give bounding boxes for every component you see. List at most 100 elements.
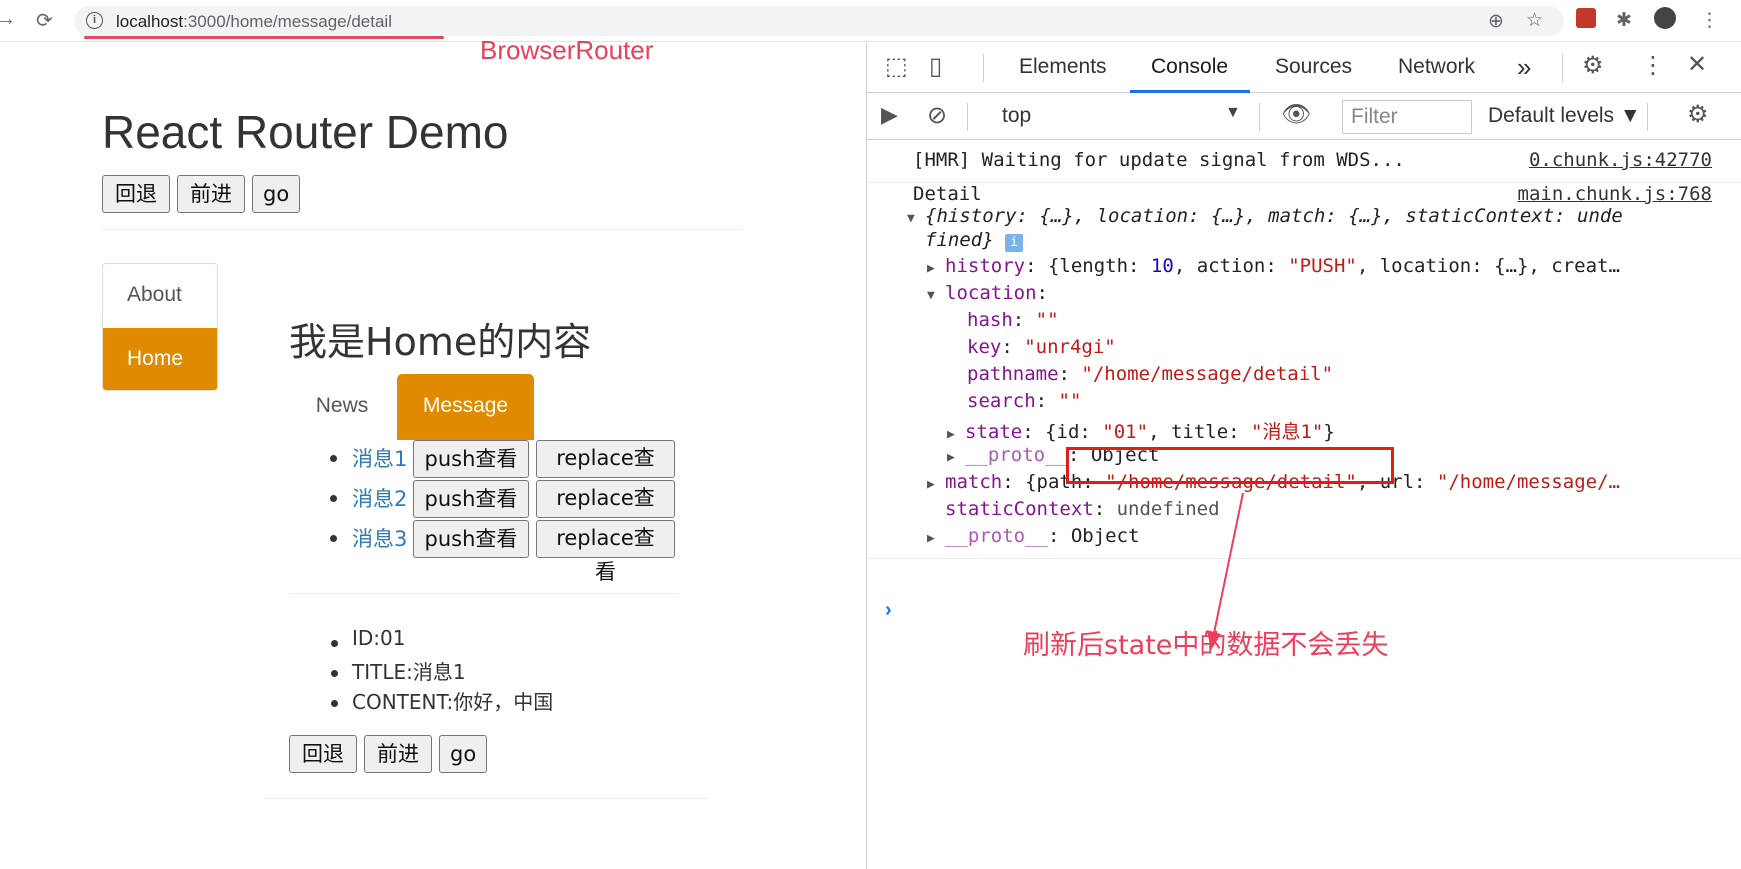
header-divider: [102, 229, 742, 230]
source-link-detail[interactable]: main.chunk.js:768: [1518, 183, 1712, 205]
settings-gear-icon[interactable]: ⚙: [1582, 51, 1604, 80]
bullet: [331, 640, 338, 647]
site-info-icon[interactable]: i: [86, 12, 103, 29]
browser-menu-icon[interactable]: ⋮: [1700, 9, 1719, 32]
console-object-summary-cont: fined} i: [925, 229, 1024, 252]
bullet: [330, 535, 337, 542]
collapsed-triangle-icon[interactable]: ▶: [947, 450, 965, 465]
hash-property: hash: "": [967, 309, 1059, 331]
console-prompt-icon[interactable]: ›: [885, 599, 892, 622]
go-button[interactable]: go: [252, 175, 300, 213]
active-tab-indicator: [1130, 90, 1250, 93]
tab-message[interactable]: Message: [397, 374, 534, 440]
expanded-triangle-icon[interactable]: ▼: [927, 288, 945, 303]
replace-view-button[interactable]: replace查看: [536, 440, 675, 504]
sidebar-item-home[interactable]: Home: [103, 328, 217, 390]
toolbar-separator: [1562, 54, 1563, 82]
home-title: 我是Home的内容: [289, 320, 592, 364]
replace-view-button[interactable]: replace查看: [536, 480, 675, 544]
detail-content: CONTENT:你好，中国: [352, 690, 554, 714]
collapsed-triangle-icon[interactable]: ▶: [927, 261, 945, 276]
list-item: 消息2 push查看 replace查看: [328, 479, 678, 544]
static-context-property: staticContext: undefined: [945, 498, 1220, 520]
detail-title: TITLE:消息1: [352, 660, 466, 684]
push-view-button[interactable]: push查看: [413, 480, 529, 518]
tab-console[interactable]: Console: [1151, 55, 1228, 79]
profile-avatar-icon[interactable]: [1654, 7, 1676, 29]
tab-sources[interactable]: Sources: [1275, 55, 1352, 79]
push-view-button[interactable]: push查看: [413, 440, 529, 478]
pathname-property: pathname: "/home/message/detail": [967, 363, 1334, 385]
collapsed-triangle-icon[interactable]: ▶: [947, 427, 965, 442]
devtools-tabbar: ⬚ ▯ Elements Console Sources Network » ⚙…: [867, 43, 1741, 93]
source-link-hmr[interactable]: 0.chunk.js:42770: [1529, 149, 1712, 171]
toolbar-separator: [1647, 103, 1648, 131]
detail-forward-button[interactable]: 前进: [364, 735, 432, 773]
forward-icon[interactable]: →: [0, 8, 16, 31]
zoom-icon[interactable]: ⊕: [1488, 10, 1504, 33]
bullet: [331, 670, 338, 677]
console-object-summary[interactable]: ▼ {history: {…}, location: {…}, match: {……: [907, 205, 1623, 227]
state-persist-annotation: 刷新后state中的数据不会丢失: [1023, 630, 1389, 661]
push-view-button[interactable]: push查看: [413, 520, 529, 558]
collapsed-triangle-icon[interactable]: ▶: [927, 477, 945, 492]
message-link[interactable]: 消息2: [352, 479, 407, 519]
inspect-element-icon[interactable]: ⬚: [885, 52, 908, 81]
forward-button[interactable]: 前进: [177, 175, 245, 213]
address-bar[interactable]: i localhost:3000/home/message/detail ⊕ ☆: [74, 6, 1564, 36]
state-property[interactable]: ▶ state: {id: "01", title: "消息1"}: [947, 417, 1335, 444]
console-settings-gear-icon[interactable]: ⚙: [1687, 100, 1709, 129]
console-toolbar: ▶ ⊘ top ▼ 👁 Filter Default levels ▼ ⚙: [867, 94, 1741, 140]
history-property[interactable]: ▶ history: {length: 10, action: "PUSH", l…: [927, 255, 1620, 277]
key-property: key: "unr4gi": [967, 336, 1116, 358]
devtools-panel: ⬚ ▯ Elements Console Sources Network » ⚙…: [866, 43, 1741, 869]
console-message-detail: Detail: [913, 183, 982, 205]
content-bottom-divider: [264, 798, 709, 799]
console-row-divider: [867, 558, 1741, 559]
root-proto-property[interactable]: ▶ __proto__: Object: [927, 525, 1139, 547]
devtools-menu-icon[interactable]: ⋮: [1641, 51, 1665, 80]
expanded-triangle-icon[interactable]: ▼: [907, 211, 925, 226]
context-dropdown-icon[interactable]: ▼: [1225, 104, 1241, 122]
react-app-panel: React Router Demo 回退 前进 go About Home 我是…: [0, 43, 866, 869]
url-text[interactable]: localhost:3000/home/message/detail: [116, 12, 392, 32]
clear-console-icon[interactable]: ⊘: [927, 101, 947, 130]
state-highlight-box: [1066, 447, 1394, 484]
reload-icon[interactable]: ⟳: [36, 8, 53, 33]
context-selector[interactable]: top: [1002, 104, 1031, 128]
log-levels-dropdown[interactable]: Default levels ▼: [1488, 104, 1641, 128]
message-link[interactable]: 消息3: [352, 519, 407, 559]
page-title: React Router Demo: [102, 106, 509, 158]
location-property[interactable]: ▼ location:: [927, 282, 1048, 304]
close-devtools-icon[interactable]: ✕: [1687, 50, 1707, 79]
detail-back-button[interactable]: 回退: [289, 735, 357, 773]
url-annotation-underline: [84, 36, 444, 39]
replace-view-button[interactable]: replace查看: [536, 520, 675, 584]
tab-network[interactable]: Network: [1398, 55, 1475, 79]
filter-input[interactable]: Filter: [1342, 100, 1472, 134]
bullet: [330, 495, 337, 502]
tab-elements[interactable]: Elements: [1019, 55, 1107, 79]
extension-icon[interactable]: [1576, 8, 1596, 28]
toolbar-separator: [967, 103, 968, 131]
toolbar-separator: [1259, 103, 1260, 131]
sidebar-item-about[interactable]: About: [103, 264, 217, 328]
tab-news[interactable]: News: [289, 374, 395, 440]
message-divider: [289, 593, 679, 594]
search-property: search: "": [967, 390, 1082, 412]
puzzle-extensions-icon[interactable]: ✱: [1616, 9, 1632, 32]
show-sidebar-icon[interactable]: ▶: [881, 102, 898, 128]
more-tabs-icon[interactable]: »: [1517, 52, 1531, 83]
live-expression-eye-icon[interactable]: 👁: [1281, 100, 1311, 129]
list-item: 消息3 push查看 replace查看: [328, 519, 678, 584]
bookmark-star-icon[interactable]: ☆: [1526, 9, 1543, 32]
detail-id: ID:01: [352, 626, 406, 650]
detail-go-button[interactable]: go: [439, 735, 487, 773]
message-link[interactable]: 消息1: [352, 439, 407, 479]
bullet: [331, 700, 338, 707]
device-toolbar-icon[interactable]: ▯: [929, 52, 942, 81]
info-icon[interactable]: i: [1005, 234, 1024, 252]
bullet: [330, 455, 337, 462]
collapsed-triangle-icon[interactable]: ▶: [927, 531, 945, 546]
back-button[interactable]: 回退: [102, 175, 170, 213]
